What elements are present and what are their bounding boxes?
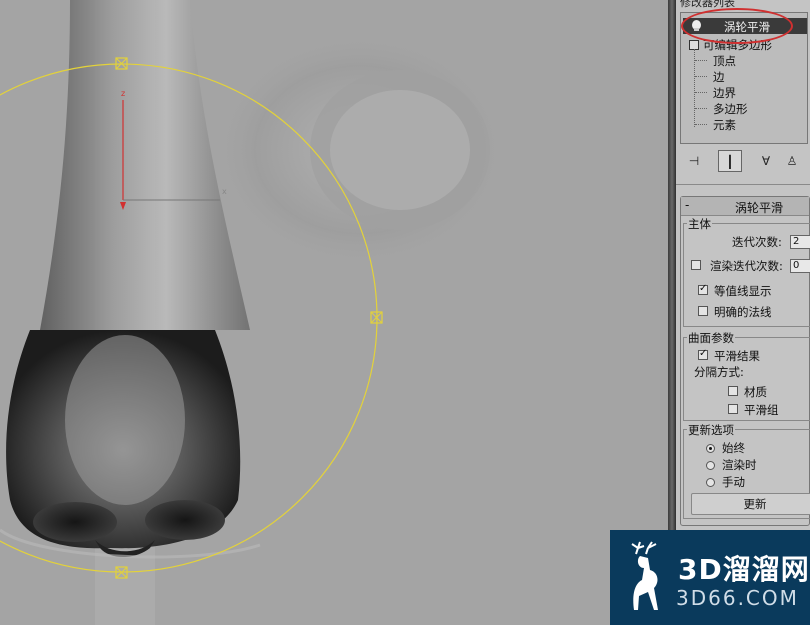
stack-toolbar: ⊣ ┃ ∀ ♙ <box>680 150 810 172</box>
watermark-logo: 3D溜溜网 3D66.COM <box>610 530 810 625</box>
rollout-header[interactable]: - 涡轮平滑 <box>681 197 809 216</box>
isoline-label: 等值线显示 <box>714 284 772 298</box>
stack-item-turbosmooth[interactable]: 涡轮平滑 <box>683 18 807 34</box>
3d-viewport[interactable]: z x <box>0 0 668 625</box>
rollout-title: 涡轮平滑 <box>735 201 784 215</box>
gizmo-z-label: z <box>121 89 125 98</box>
iterations-label: 迭代次数: <box>732 235 782 249</box>
explicit-normals-label: 明确的法线 <box>714 305 772 319</box>
group-surface: 曲面参数 平滑结果 分隔方式: 材质 平滑组 <box>683 330 810 421</box>
group-surface-label: 曲面参数 <box>687 330 735 346</box>
smooth-result-checkbox[interactable] <box>698 348 708 360</box>
render-iters-spinner[interactable]: 0 <box>790 259 810 273</box>
sub-object-label: 边界 <box>713 86 736 100</box>
lightbulb-icon[interactable] <box>692 20 701 31</box>
group-main: 主体 迭代次数: 2 渲染迭代次数: 0 等值线显示 明确的法线 <box>683 216 810 327</box>
gizmo-x-label: x <box>222 187 227 196</box>
explicit-normals-checkbox[interactable] <box>698 306 708 316</box>
deer-logo-icon <box>631 541 658 610</box>
materials-label: 材质 <box>744 385 767 399</box>
sub-object-label: 多边形 <box>713 102 748 116</box>
watermark-en: 3D66.COM <box>676 586 799 610</box>
manually-label: 手动 <box>722 475 745 489</box>
smooth-result-label: 平滑结果 <box>714 349 760 363</box>
render-iters-checkbox[interactable] <box>691 260 701 270</box>
stack-item-label: 涡轮平滑 <box>724 20 770 34</box>
modifier-list-title[interactable]: 修改器列表 <box>680 0 735 10</box>
show-end-result-icon[interactable]: ┃ <box>718 150 742 172</box>
watermark-cn: 3D溜溜网 <box>678 553 810 586</box>
when-rendering-radio[interactable] <box>706 461 715 470</box>
update-button[interactable]: 更新 <box>691 493 810 515</box>
collapse-icon[interactable]: - <box>685 198 689 212</box>
always-radio[interactable] <box>706 444 715 453</box>
remove-modifier-icon[interactable]: ♙ <box>780 150 804 172</box>
sub-object-label: 元素 <box>713 118 736 132</box>
always-label: 始终 <box>722 441 745 455</box>
group-main-label: 主体 <box>687 216 712 232</box>
divider <box>676 184 810 185</box>
turbosmooth-rollout: - 涡轮平滑 主体 迭代次数: 2 渲染迭代次数: 0 等值线显示 明确的法线 … <box>680 196 810 526</box>
manually-radio[interactable] <box>706 478 715 487</box>
materials-checkbox[interactable] <box>728 386 738 396</box>
smoothing-groups-checkbox[interactable] <box>728 404 738 414</box>
modifier-stack[interactable]: 涡轮平滑 可编辑多边形 顶点 边 边界 多边形 元素 <box>680 12 808 144</box>
separate-by-label: 分隔方式: <box>694 365 744 379</box>
sub-object-label: 边 <box>713 70 725 84</box>
group-update-label: 更新选项 <box>687 422 735 438</box>
make-unique-icon[interactable]: ∀ <box>754 150 778 172</box>
pin-stack-icon[interactable]: ⊣ <box>682 150 706 172</box>
iterations-spinner[interactable]: 2 <box>790 235 810 249</box>
when-rendering-label: 渲染时 <box>722 458 757 472</box>
render-iters-label: 渲染迭代次数: <box>710 259 783 273</box>
smoothing-groups-label: 平滑组 <box>744 403 779 417</box>
nose-model-render: z x <box>0 0 668 625</box>
sub-object-label: 顶点 <box>713 54 736 68</box>
stack-item-label: 可编辑多边形 <box>703 38 772 52</box>
isoline-checkbox[interactable] <box>698 283 708 295</box>
